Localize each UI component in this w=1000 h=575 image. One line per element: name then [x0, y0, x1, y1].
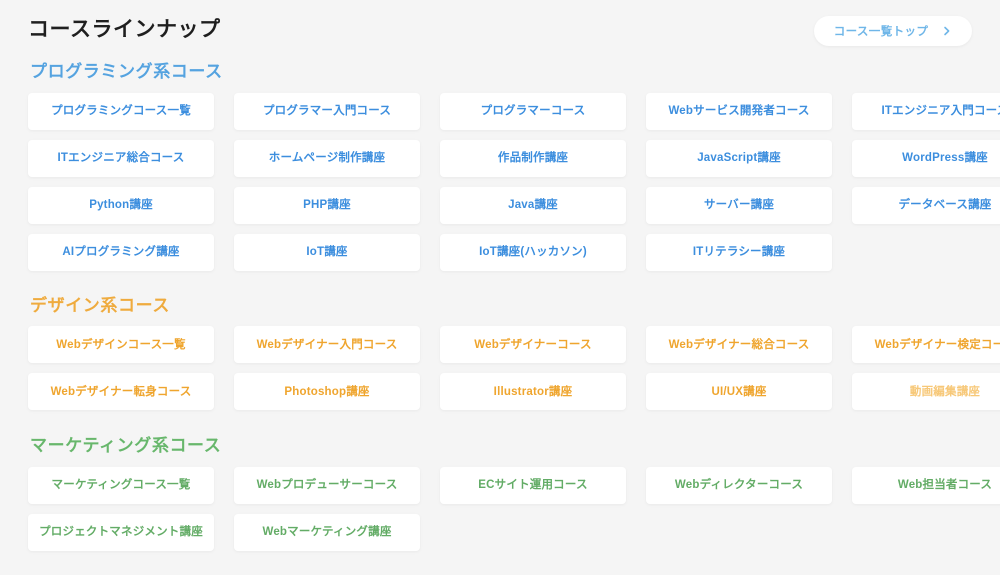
course-card-label: IoT講座(ハッカソン) [479, 245, 587, 258]
page-title: コースラインナップ [28, 17, 221, 41]
course-card-label: Webデザインコース一覧 [56, 338, 186, 351]
course-card[interactable]: PHP講座 [234, 186, 420, 224]
chevron-right-icon [942, 26, 952, 36]
course-card-label: ECサイト運用コース [478, 479, 588, 492]
section-title-marketing: マーケティング系コース [30, 436, 222, 456]
course-card-label: 動画編集講座 [909, 385, 981, 398]
course-sections: プログラミング系コースプログラミングコース一覧 プログラマー入門コース プログラマー… [28, 62, 1000, 552]
course-card-label: 作品制作講座 [497, 151, 569, 164]
course-card-label: JavaScript講座 [697, 151, 781, 164]
course-card-label: Webデザイナー総合コース [668, 338, 810, 351]
course-card-label: Webデザイナーコース [474, 338, 592, 351]
course-card[interactable]: Webマーケティング講座 [234, 514, 420, 552]
course-card-label: プログラミングコース一覧 [51, 104, 191, 117]
course-card-label: WordPress講座 [902, 151, 988, 164]
section-design: デザイン系コース Webデザインコース一覧 Webデザイナー入門コース Webデザイナ… [28, 295, 1000, 411]
course-card[interactable]: Python講座 [28, 186, 214, 224]
course-card[interactable]: ITエンジニア入門コース [852, 92, 1000, 130]
course-card-label: Webデザイナー検定コース [874, 338, 1000, 351]
course-card-label: ITエンジニア総合コース [57, 151, 185, 164]
course-card[interactable]: サーバー講座 [646, 186, 832, 224]
course-card[interactable]: Webデザイナー総合コース [646, 326, 832, 364]
course-list-top-button[interactable]: コース一覧トップ [814, 16, 972, 46]
course-card-label: Photoshop講座 [284, 385, 370, 398]
course-card[interactable]: Java講座 [440, 186, 626, 224]
course-card[interactable]: ホームページ制作講座 [234, 139, 420, 177]
course-card-label: プログラマーコース [480, 104, 586, 117]
course-card[interactable]: WordPress講座 [852, 139, 1000, 177]
card-grid-programming: プログラミングコース一覧 プログラマー入門コース プログラマーコース Webサービス開… [28, 92, 1000, 271]
course-card[interactable]: Webデザイナーコース [440, 326, 626, 364]
course-card-label: Webサービス開発者コース [668, 104, 810, 117]
course-card[interactable]: ITリテラシー講座 [646, 233, 832, 271]
course-card[interactable]: AIプログラミング講座 [28, 233, 214, 271]
page-header: コースラインナップ コース一覧トップ [28, 0, 972, 58]
course-card-label: Webデザイナー転身コース [50, 385, 192, 398]
course-card-label: ITリテラシー講座 [692, 245, 786, 258]
course-card[interactable]: JavaScript講座 [646, 139, 832, 177]
course-list-top-label: コース一覧トップ [833, 26, 929, 38]
course-card-label: Python講座 [89, 198, 153, 211]
course-card[interactable]: IoT講座 [234, 233, 420, 271]
course-card[interactable]: 動画編集講座 [852, 373, 1000, 411]
course-card-label: データベース講座 [898, 198, 992, 211]
course-card[interactable]: プロジェクトマネジメント講座 [28, 514, 214, 552]
course-card-label: Java講座 [508, 198, 558, 211]
course-card-label: PHP講座 [303, 198, 351, 211]
card-grid-design: Webデザインコース一覧 Webデザイナー入門コース Webデザイナーコース Webデ… [28, 326, 1000, 411]
course-card[interactable]: 作品制作講座 [440, 139, 626, 177]
course-card-label: サーバー講座 [703, 198, 775, 211]
course-card-label: ホームページ制作講座 [268, 151, 386, 164]
course-card-label: Illustrator講座 [493, 385, 573, 398]
course-card-label: UI/UX講座 [711, 385, 767, 398]
course-lineup-page: コースラインナップ コース一覧トップ プログラミング系コースプログラミングコース… [0, 0, 1000, 575]
course-card[interactable]: Webデザイナー検定コース [852, 326, 1000, 364]
course-card[interactable]: Illustrator講座 [440, 373, 626, 411]
course-card[interactable]: Photoshop講座 [234, 373, 420, 411]
course-card[interactable]: ITエンジニア総合コース [28, 139, 214, 177]
course-card[interactable]: Webサービス開発者コース [646, 92, 832, 130]
course-card-label: Web担当者コース [897, 479, 993, 492]
course-card-label: マーケティングコース一覧 [51, 479, 191, 492]
course-card-label: Webマーケティング講座 [262, 526, 392, 539]
course-card-label: AIプログラミング講座 [62, 245, 180, 258]
course-card-label: Webディレクターコース [674, 479, 804, 492]
section-programming: プログラミング系コースプログラミングコース一覧 プログラマー入門コース プログラマー… [28, 62, 1000, 271]
section-marketing: マーケティング系コースマーケティングコース一覧 Webプロデューサーコース ECサイ… [28, 436, 1000, 552]
course-card-label: プログラマー入門コース [262, 104, 392, 117]
course-card-label: Webプロデューサーコース [256, 479, 398, 492]
course-card-label: Webデザイナー入門コース [256, 338, 398, 351]
course-card[interactable]: Webプロデューサーコース [234, 467, 420, 505]
course-card[interactable]: Webディレクターコース [646, 467, 832, 505]
course-card[interactable]: プログラマー入門コース [234, 92, 420, 130]
course-card[interactable]: プログラミングコース一覧 [28, 92, 214, 130]
section-title-design: デザイン系コース [30, 295, 170, 315]
course-card[interactable]: UI/UX講座 [646, 373, 832, 411]
course-card[interactable]: データベース講座 [852, 186, 1000, 224]
course-card-label: プロジェクトマネジメント講座 [39, 526, 203, 539]
course-card-label: ITエンジニア入門コース [881, 104, 1000, 117]
card-grid-marketing: マーケティングコース一覧 Webプロデューサーコース ECサイト運用コース Webディ… [28, 467, 1000, 552]
course-card[interactable]: Webデザインコース一覧 [28, 326, 214, 364]
course-card[interactable]: Webデザイナー転身コース [28, 373, 214, 411]
course-card[interactable]: プログラマーコース [440, 92, 626, 130]
course-card[interactable]: Webデザイナー入門コース [234, 326, 420, 364]
course-card[interactable]: Web担当者コース [852, 467, 1000, 505]
course-card[interactable]: ECサイト運用コース [440, 467, 626, 505]
section-title-programming: プログラミング系コース [30, 62, 223, 81]
course-card-label: IoT講座 [306, 245, 348, 258]
course-card[interactable]: マーケティングコース一覧 [28, 467, 214, 505]
course-card[interactable]: IoT講座(ハッカソン) [440, 233, 626, 271]
